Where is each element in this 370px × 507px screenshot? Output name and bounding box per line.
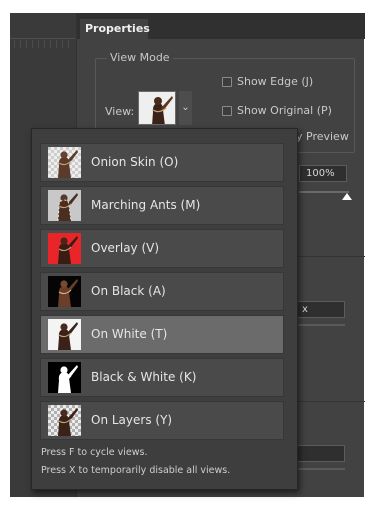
on-layers-thumbnail-icon: [48, 405, 81, 436]
view-mode-legend: View Mode: [107, 51, 173, 64]
view-option-on-black[interactable]: On Black (A): [40, 272, 284, 311]
hint-cycle-views: Press F to cycle views.: [41, 447, 148, 458]
show-original-label: Show Original (P): [237, 104, 332, 117]
view-option-label: Overlay (V): [91, 241, 160, 255]
edge-radius-input[interactable]: x: [297, 301, 345, 318]
onion-skin-thumbnail-icon: [48, 147, 81, 178]
show-edge-option[interactable]: Show Edge (J): [222, 75, 313, 88]
overlay-thumbnail-icon: [48, 233, 81, 264]
on-white-thumbnail-icon: [48, 319, 81, 350]
marching-ants-thumbnail-icon: [48, 190, 81, 221]
view-option-label: On Black (A): [91, 284, 166, 298]
on-black-thumbnail-icon: [48, 276, 81, 307]
view-option-label: Onion Skin (O): [91, 155, 179, 169]
view-option-label: On White (T): [91, 327, 168, 341]
output-slider[interactable]: [297, 468, 345, 470]
show-edge-checkbox[interactable]: [222, 76, 232, 87]
view-option-marching-ants[interactable]: Marching Ants (M): [40, 186, 284, 225]
view-option-label: Marching Ants (M): [91, 198, 201, 212]
tab-strip: Properties: [77, 13, 365, 39]
black-white-thumbnail-icon: [48, 362, 81, 393]
hint-disable-views: Press X to temporarily disable all views…: [41, 465, 231, 476]
high-quality-preview-label: y Preview: [296, 130, 349, 143]
app-window: Properties View Mode View: ⌄ Show Edge (…: [0, 0, 370, 507]
view-mode-dropdown: Onion Skin (O) Marching Ants (M) Overlay (…: [31, 128, 298, 490]
view-option-label: On Layers (Y): [91, 413, 173, 427]
transparency-input[interactable]: 100%: [299, 165, 347, 182]
show-edge-label: Show Edge (J): [237, 75, 314, 88]
view-option-overlay[interactable]: Overlay (V): [40, 229, 284, 268]
canvas-divider: [10, 38, 76, 39]
ruler: [14, 40, 72, 48]
transparency-slider-knob[interactable]: [342, 193, 352, 200]
show-original-option[interactable]: Show Original (P): [222, 104, 332, 117]
show-original-checkbox[interactable]: [222, 105, 232, 116]
view-option-onion-skin[interactable]: Onion Skin (O): [40, 143, 284, 182]
view-thumbnail[interactable]: [138, 91, 176, 125]
edge-radius-slider[interactable]: [297, 324, 345, 326]
view-option-black-white[interactable]: Black & White (K): [40, 358, 284, 397]
view-label: View:: [105, 105, 135, 118]
tab-properties[interactable]: Properties: [80, 19, 150, 39]
view-chevron-down-icon[interactable]: ⌄: [179, 91, 192, 125]
output-field[interactable]: [297, 445, 345, 462]
person-silhouette-icon: [139, 92, 175, 124]
view-option-label: Black & White (K): [91, 370, 197, 384]
view-option-on-layers[interactable]: On Layers (Y): [40, 401, 284, 440]
view-option-on-white[interactable]: On White (T): [40, 315, 284, 354]
